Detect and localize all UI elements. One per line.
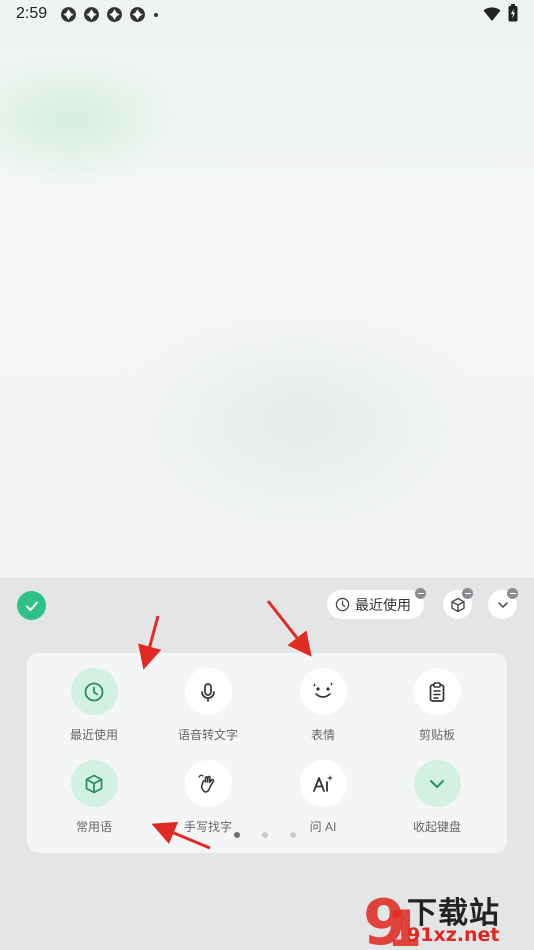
tool-label: 剪贴板 — [418, 728, 455, 742]
remove-cube-badge[interactable] — [462, 588, 473, 599]
check-icon — [25, 601, 38, 611]
tool-handwriting-circle — [184, 760, 232, 807]
more-notifications-dot — [154, 12, 158, 17]
emoji-icon — [313, 682, 333, 698]
clipboard-icon — [429, 681, 445, 702]
microphone-icon — [201, 682, 215, 702]
tool-emoji[interactable]: 表情 — [268, 668, 378, 743]
page-indicator[interactable] — [234, 832, 296, 838]
tool-ai-circle — [299, 760, 347, 807]
app-notification-icon — [84, 7, 99, 22]
tool-label: 表情 — [310, 728, 335, 742]
status-bar: 2:59 — [0, 0, 534, 30]
tool-voice-circle — [184, 668, 232, 715]
app-notification-icon — [107, 7, 122, 22]
tool-label: 常用语 — [75, 820, 112, 834]
tool-clipboard[interactable]: 剪贴板 — [382, 668, 492, 743]
clock-icon — [84, 682, 104, 701]
battery-charging-icon — [508, 4, 518, 22]
page-dot-active[interactable] — [234, 832, 240, 838]
recent-shortcut-label: 最近使用 — [355, 596, 411, 613]
page-dot[interactable] — [262, 832, 268, 838]
confirm-button[interactable] — [17, 591, 46, 620]
page-dot[interactable] — [290, 832, 296, 838]
cube-icon — [450, 597, 465, 612]
notification-icons — [60, 6, 158, 23]
tool-label: 语音转文字 — [177, 728, 238, 742]
tool-voice-to-text[interactable]: 语音转文字 — [153, 668, 263, 743]
tool-ask-ai[interactable]: 问 AI — [268, 760, 378, 835]
tool-hide-keyboard[interactable]: 收起键盘 — [382, 760, 492, 835]
tool-handwriting[interactable]: 手写找字 — [153, 760, 263, 835]
tool-recent[interactable]: 最近使用 — [39, 668, 149, 743]
handwriting-icon — [198, 774, 215, 793]
clock-icon — [335, 597, 350, 612]
wifi-icon — [483, 7, 501, 21]
tool-emoji-circle — [299, 668, 347, 715]
watermark-url: 91xz.net — [407, 924, 500, 946]
cube-icon — [85, 774, 103, 793]
chevron-down-icon — [497, 601, 508, 608]
tool-label: 收起键盘 — [412, 820, 461, 834]
tool-clipboard-circle — [413, 668, 461, 715]
app-notification-icon — [130, 7, 145, 22]
chevron-down-icon — [430, 779, 444, 788]
tool-common-phrases[interactable]: 常用语 — [39, 760, 149, 835]
status-time: 2:59 — [16, 5, 48, 22]
tool-phrases-circle — [70, 760, 118, 807]
remove-collapse-badge[interactable] — [507, 588, 518, 599]
tool-recent-circle — [70, 668, 118, 715]
wallpaper — [0, 0, 534, 578]
tool-label: 最近使用 — [69, 728, 118, 742]
app-notification-icon — [61, 7, 76, 22]
ai-icon — [313, 774, 333, 792]
remove-recent-badge[interactable] — [415, 588, 426, 599]
recent-shortcut-button[interactable]: 最近使用 — [327, 590, 424, 619]
tool-hide-keyboard-circle — [413, 760, 461, 807]
